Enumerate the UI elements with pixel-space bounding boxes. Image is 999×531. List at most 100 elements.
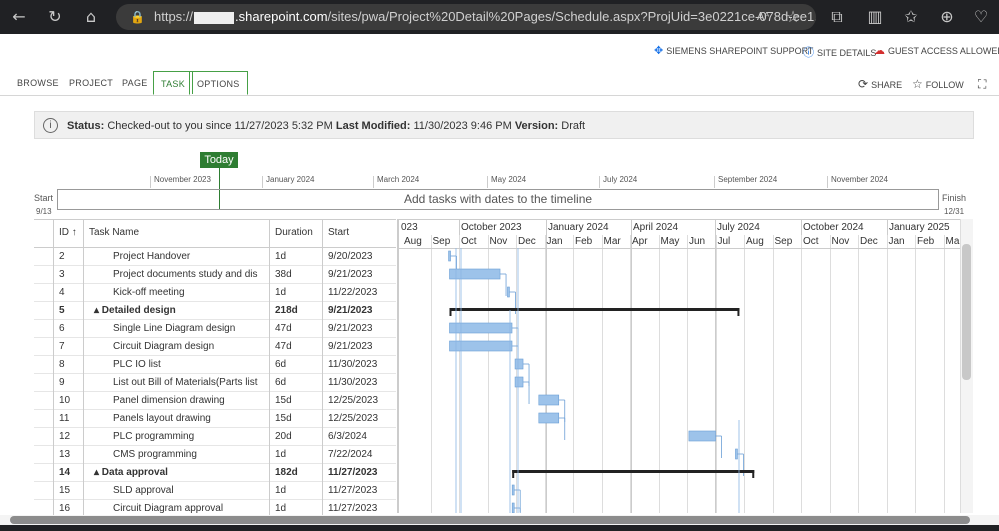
gantt-task-bar[interactable]: [507, 286, 510, 298]
extensions-icon[interactable]: ⧉: [826, 6, 848, 28]
row-selector[interactable]: [34, 446, 54, 464]
share-button[interactable]: ⟳ SHARE: [858, 77, 902, 91]
site-details-label: SITE DETAILS: [817, 48, 877, 58]
task-duration: 38d: [270, 266, 323, 284]
row-selector[interactable]: [34, 266, 54, 284]
tab-options[interactable]: OPTIONS: [189, 71, 248, 95]
table-row[interactable]: 11 Panels layout drawing 15d 12/25/2023: [34, 410, 396, 428]
follow-label: FOLLOW: [925, 80, 964, 90]
table-row[interactable]: 10 Panel dimension drawing 15d 12/25/2023: [34, 392, 396, 410]
row-selector[interactable]: [34, 482, 54, 500]
gantt-task-bar[interactable]: [538, 394, 560, 406]
support-icon: ✥: [654, 44, 664, 57]
task-start: 9/20/2023: [328, 251, 373, 262]
gantt-task-bar[interactable]: [511, 502, 515, 513]
favorite-star-icon[interactable]: ☆: [782, 6, 804, 28]
row-selector[interactable]: [34, 338, 54, 356]
timeline-bar[interactable]: Add tasks with dates to the timeline: [57, 189, 939, 210]
row-selector[interactable]: [34, 428, 54, 446]
row-selector[interactable]: [34, 392, 54, 410]
gantt-task-bar[interactable]: [514, 358, 524, 370]
gantt-task-bar[interactable]: [449, 322, 513, 334]
table-row[interactable]: 13 CMS programming 1d 7/22/2024: [34, 446, 396, 464]
task-id: 9: [54, 374, 84, 392]
home-icon[interactable]: ⌂: [80, 6, 102, 28]
row-selector[interactable]: [34, 248, 54, 266]
ribbon: [0, 70, 999, 96]
task-name: Single Line Diagram design: [84, 320, 270, 338]
favorites-icon[interactable]: ✩: [900, 6, 922, 28]
row-selector[interactable]: [34, 320, 54, 338]
column-header-start[interactable]: Start: [323, 220, 396, 248]
gantt-task-bar[interactable]: [448, 250, 451, 262]
gantt-summary-cap: [737, 308, 740, 316]
row-selector[interactable]: [34, 374, 54, 392]
task-start: 9/21/2023: [328, 323, 373, 334]
tab-task[interactable]: TASK: [153, 71, 194, 95]
gantt-task-bar[interactable]: [449, 268, 501, 280]
task-id: 8: [54, 356, 84, 374]
read-aloud-icon[interactable]: Aᴬ: [752, 6, 774, 28]
tab-page[interactable]: PAGE: [122, 71, 148, 95]
vertical-scroll-thumb[interactable]: [962, 244, 971, 380]
gantt-summary-bar[interactable]: [512, 470, 755, 473]
table-row[interactable]: 4 Kick-off meeting 1d 11/22/2023: [34, 284, 396, 302]
redacted-block: [194, 11, 235, 24]
gantt-task-bar[interactable]: [735, 448, 738, 460]
back-icon[interactable]: ←: [8, 6, 30, 28]
horizontal-scroll-thumb[interactable]: [10, 516, 970, 524]
task-id: 4: [54, 284, 84, 302]
table-row[interactable]: 3 Project documents study and dis 38d 9/21/…: [34, 266, 396, 284]
guest-access-link[interactable]: ☁ GUEST ACCESS ALLOWED: [874, 44, 999, 57]
refresh-icon[interactable]: ↻: [44, 6, 66, 28]
follow-button[interactable]: ☆ FOLLOW: [912, 77, 964, 91]
column-header-task-name[interactable]: Task Name: [84, 220, 270, 248]
task-name: SLD approval: [84, 482, 270, 500]
task-start: 11/27/2023: [328, 485, 378, 496]
tab-browse[interactable]: BROWSE: [17, 71, 59, 95]
table-row[interactable]: 9 List out Bill of Materials(Parts list 6d…: [34, 374, 396, 392]
row-selector[interactable]: [34, 410, 54, 428]
timeline-tick: [599, 176, 600, 188]
gantt-task-bar[interactable]: [449, 340, 513, 352]
gantt-task-bar[interactable]: [538, 412, 560, 424]
gantt-task-bar[interactable]: [688, 430, 716, 442]
support-link[interactable]: ✥ SIEMENS SHAREPOINT SUPPORT: [654, 44, 813, 57]
task-name: Project Handover: [84, 248, 270, 266]
table-row[interactable]: 14 ▴ Data approval 182d 11/27/2023: [34, 464, 396, 482]
gantt-summary-bar[interactable]: [449, 308, 740, 311]
tab-project[interactable]: PROJECT: [69, 71, 113, 95]
table-row[interactable]: 6 Single Line Diagram design 47d 9/21/2023: [34, 320, 396, 338]
share-icon: ⟳: [858, 77, 869, 91]
lock-icon: 🔒: [130, 10, 145, 24]
table-row[interactable]: 15 SLD approval 1d 11/27/2023: [34, 482, 396, 500]
table-row[interactable]: 5 ▴ Detailed design 218d 9/21/2023: [34, 302, 396, 320]
gantt-task-bar[interactable]: [514, 376, 524, 388]
timeline-month-label: March 2024: [377, 175, 420, 184]
status-label: Status:: [67, 120, 105, 132]
table-row[interactable]: 8 PLC IO list 6d 11/30/2023: [34, 356, 396, 374]
row-selector[interactable]: [34, 284, 54, 302]
task-name: ▴ Data approval: [84, 464, 270, 482]
version-value: Draft: [561, 120, 586, 132]
row-selector[interactable]: [34, 464, 54, 482]
timeline-start-label: Start: [34, 193, 54, 203]
site-details-link[interactable]: ⓘ SITE DETAILS: [803, 44, 876, 60]
shopping-icon[interactable]: ♡: [970, 6, 992, 28]
table-row[interactable]: 12 PLC programming 20d 6/3/2024: [34, 428, 396, 446]
task-id: 3: [54, 266, 84, 284]
gantt-bars: [448, 248, 755, 513]
address-bar[interactable]: 🔒 https:// .sharepoint.com/sites/pwa/Proj…: [116, 4, 816, 30]
collections-icon[interactable]: ⊕: [936, 6, 958, 28]
gantt-task-bar[interactable]: [511, 484, 515, 496]
table-row[interactable]: 2 Project Handover 1d 9/20/2023: [34, 248, 396, 266]
focus-button[interactable]: ⛶: [978, 77, 989, 92]
split-screen-icon[interactable]: ▥: [864, 6, 886, 28]
table-row[interactable]: 7 Circuit Diagram design 47d 9/21/2023: [34, 338, 396, 356]
timeline-month-label: May 2024: [491, 175, 527, 184]
task-name: Project documents study and dis: [84, 266, 270, 284]
column-header-id[interactable]: ID ↑: [54, 220, 84, 248]
row-selector[interactable]: [34, 356, 54, 374]
row-selector[interactable]: [34, 302, 54, 320]
column-header-duration[interactable]: Duration: [270, 220, 323, 248]
